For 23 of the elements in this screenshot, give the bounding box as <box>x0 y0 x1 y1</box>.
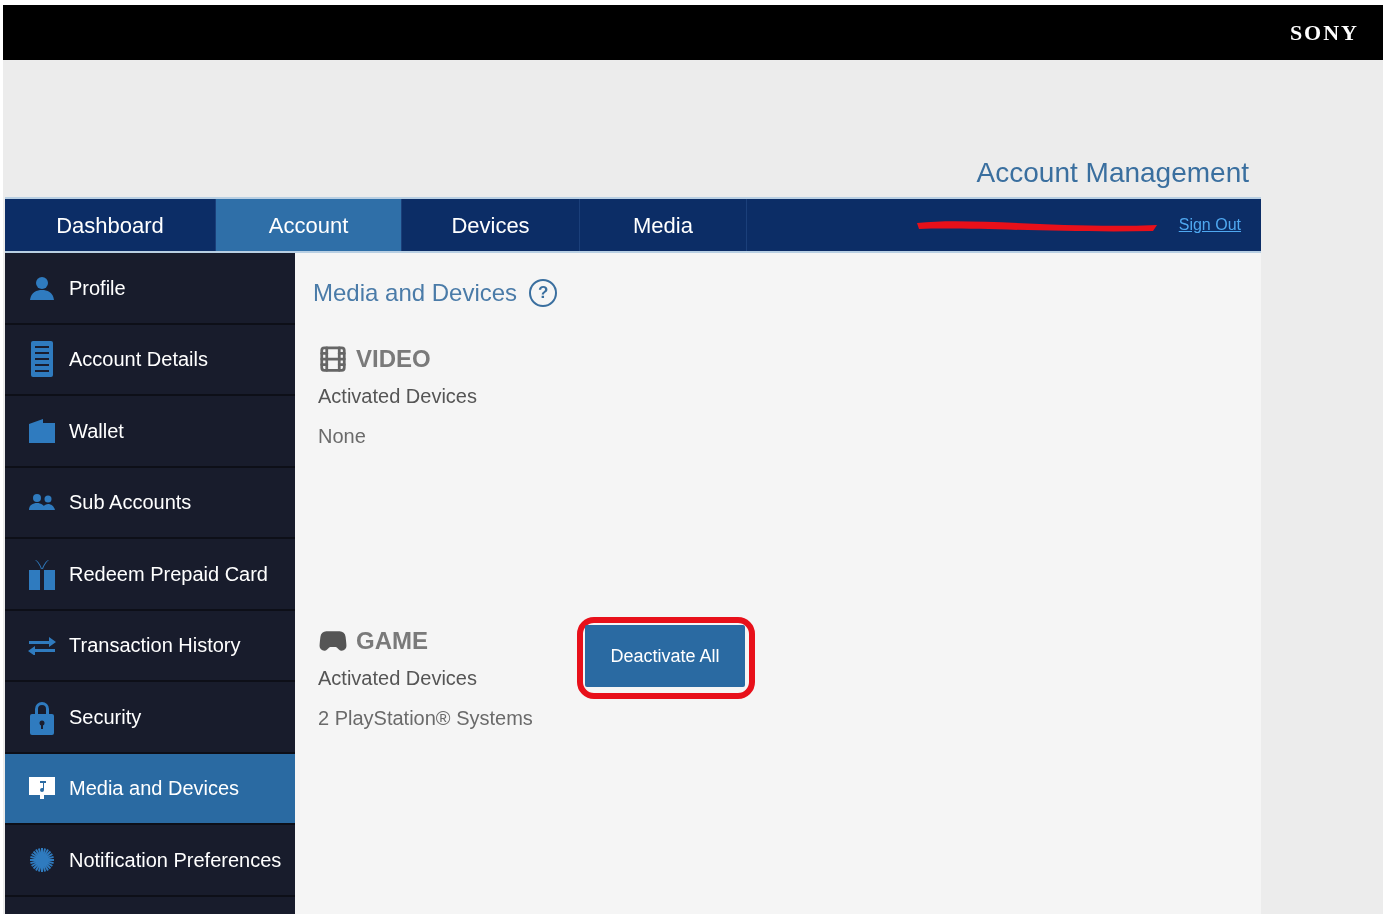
document-icon <box>31 341 53 378</box>
gear-icon <box>30 847 54 872</box>
section-value: None <box>318 424 367 449</box>
content-heading: Media and Devices <box>313 278 518 308</box>
folder-icon <box>29 418 55 443</box>
section-title: VIDEO <box>356 344 431 374</box>
sign-out-link[interactable]: Sign Out <box>1178 213 1241 237</box>
deactivate-button[interactable]: Deactivate All <box>585 625 745 687</box>
section-label: Activated Devices <box>318 384 478 409</box>
person-icon <box>29 275 55 300</box>
film-icon <box>318 344 348 374</box>
gift-icon <box>29 557 55 590</box>
help-button[interactable]: ? <box>529 279 558 307</box>
page-title: Account Management <box>976 159 1249 187</box>
sidebar-item[interactable]: Media and Devices <box>5 753 295 825</box>
people-icon <box>29 494 55 511</box>
section-value: 2 PlayStation® Systems <box>318 706 534 731</box>
brand-logo: SONY <box>1289 19 1359 47</box>
nav-tab[interactable]: Account <box>216 199 402 251</box>
section-label: Activated Devices <box>318 666 478 691</box>
arrows-icon <box>27 635 57 656</box>
section-title: GAME <box>356 626 428 656</box>
music-screen-icon <box>29 777 55 800</box>
